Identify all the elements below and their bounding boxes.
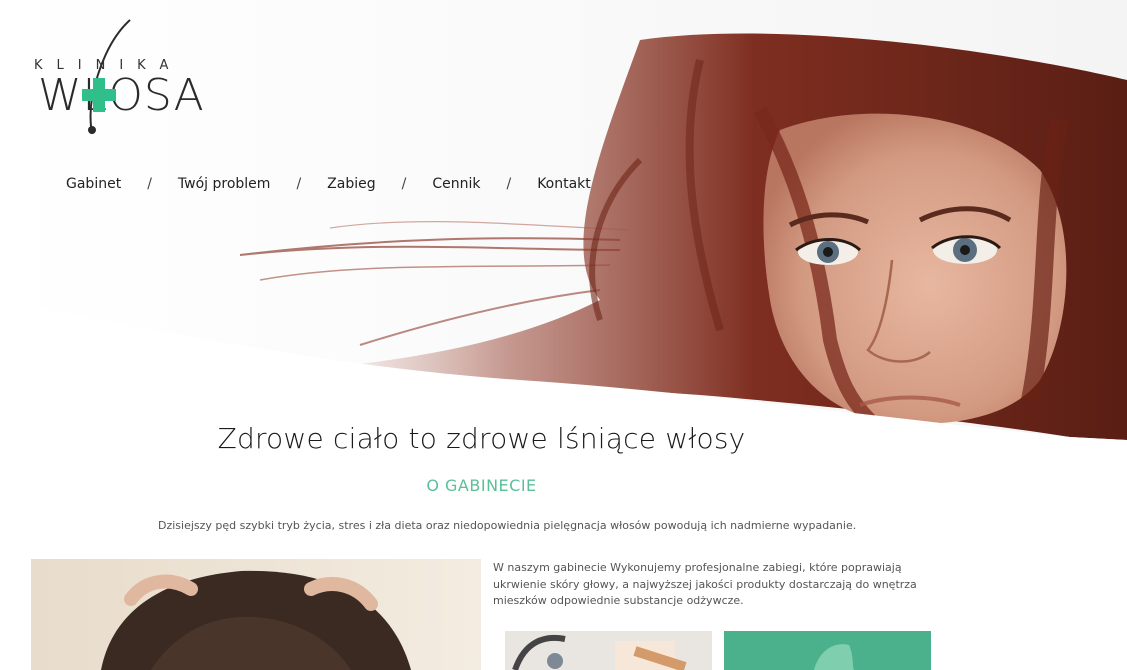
main-nav: Gabinet / Twój problem / Zabieg / Cennik… bbox=[66, 173, 591, 195]
nav-item-kontakt[interactable]: Kontakt bbox=[537, 176, 591, 192]
medical-cross-icon bbox=[82, 78, 116, 112]
logo[interactable]: KLINIKA WŁOSA bbox=[30, 18, 210, 138]
nav-item-gabinet[interactable]: Gabinet bbox=[66, 176, 121, 192]
intro-text: Dzisiejszy pęd szybki tryb życia, stres … bbox=[158, 519, 857, 532]
section-title: O GABINECIE bbox=[426, 476, 537, 495]
nav-separator: / bbox=[147, 176, 152, 192]
logo-main-text: WŁOSA bbox=[38, 70, 205, 121]
treatment-image bbox=[724, 631, 931, 670]
nav-separator: / bbox=[506, 176, 512, 192]
about-paragraph: W naszym gabinecie Wykonujemy profesjona… bbox=[493, 561, 917, 607]
nav-item-zabieg[interactable]: Zabieg bbox=[327, 176, 375, 192]
woman-hair-image bbox=[31, 559, 481, 670]
page-headline: Zdrowe ciało to zdrowe lśniące włosy bbox=[217, 422, 746, 455]
doctor-image bbox=[505, 631, 712, 670]
nav-item-cennik[interactable]: Cennik bbox=[432, 176, 480, 192]
nav-separator: / bbox=[296, 176, 302, 192]
nav-item-twoj-problem[interactable]: Twój problem bbox=[178, 176, 271, 192]
nav-separator: / bbox=[401, 176, 407, 192]
